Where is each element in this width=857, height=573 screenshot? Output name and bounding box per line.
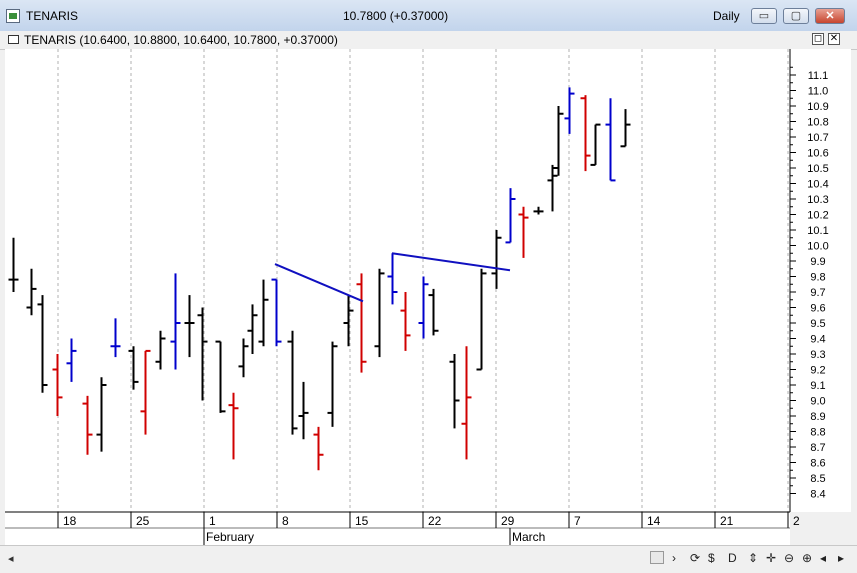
y-tick-label: 9.0 [810,396,825,408]
chart-area[interactable]: 8.4 8.5 8.6 8.7 8.8 8.9 9.0 9.1 9.2 9.3 9.4 9.5 9.6 9… [5,49,851,545]
arrow-right-small-icon[interactable]: › [672,551,676,565]
y-tick-label: 8.5 [810,473,825,485]
x-tick-label: 14 [647,514,661,528]
tool-vertical-scale-icon[interactable]: ⇕ [748,551,758,565]
y-tick-label: 8.8 [810,427,825,439]
period-label[interactable]: Daily [713,9,740,23]
tool-refresh-icon[interactable]: ⟳ [690,551,700,565]
month-label: March [512,530,545,544]
chart-restore-button[interactable]: ◻ [812,33,824,45]
y-tick-label: 9.7 [810,287,825,299]
chart-app-icon [6,9,20,23]
y-tick-label: 11.0 [808,86,829,98]
x-tick-label: 21 [720,514,734,528]
scroll-back-icon[interactable]: ◂ [820,551,826,565]
y-tick-label: 10.9 [807,101,828,113]
x-tick-label: 18 [63,514,77,528]
y-tick-label: 9.4 [810,334,825,346]
tool-zoom-in-icon[interactable]: ⊕ [802,551,812,565]
y-tick-label: 10.1 [807,225,828,237]
window-title: TENARIS [26,9,79,23]
y-tick-label: 8.9 [810,411,825,423]
tool-d-icon[interactable]: D [728,551,737,565]
y-tick-label: 10.2 [807,210,828,222]
x-tick-label: 22 [428,514,442,528]
y-tick-label: 10.0 [807,241,828,253]
ohlc-chart[interactable]: 8.4 8.5 8.6 8.7 8.8 8.9 9.0 9.1 9.2 9.3 9.4 9.5 9.6 9… [5,49,851,545]
title-bar: TENARIS 10.7800 (+0.37000) Daily ▭ ▢ ✕ [0,0,857,32]
scroll-left-arrow-icon[interactable]: ◂ [8,552,14,565]
y-tick-label: 9.2 [810,365,825,377]
x-tick-label: 2 [793,514,800,528]
x-tick-label: 8 [282,514,289,528]
tool-dollar-icon[interactable]: $ [708,551,715,565]
x-tick-label: 7 [574,514,581,528]
y-tick-label: 10.3 [807,194,828,206]
y-tick-label: 9.3 [810,349,825,361]
restore-button[interactable]: ▢ [783,8,809,24]
chart-header-bar: TENARIS (10.6400, 10.8800, 10.6400, 10.7… [0,31,857,50]
bottom-toolbar: ◂ › ⟳ $ D ⇕ ✛ ⊖ ⊕ ◂ ▸ [0,545,857,573]
x-tick-label: 15 [355,514,369,528]
scroll-thumb[interactable] [650,551,664,564]
y-tick-label: 8.7 [810,442,825,454]
chart-background [5,49,851,545]
month-label: February [206,530,254,544]
x-tick-label: 25 [136,514,150,528]
y-tick-label: 10.6 [807,148,828,160]
chart-window-icon [8,35,19,44]
y-tick-label: 11.1 [808,70,829,82]
minimize-button[interactable]: ▭ [751,8,777,24]
y-tick-label: 9.5 [810,318,825,330]
tool-crosshair-icon[interactable]: ✛ [766,551,776,565]
chart-header-title: TENARIS (10.6400, 10.8800, 10.6400, 10.7… [24,33,338,47]
y-tick-label: 9.9 [810,256,825,268]
y-tick-label: 9.6 [810,303,825,315]
chart-close-button[interactable]: ✕ [828,33,840,45]
y-tick-label: 10.4 [807,179,828,191]
tool-zoom-out-icon[interactable]: ⊖ [784,551,794,565]
y-tick-label: 8.4 [810,489,825,501]
y-tick-label: 9.8 [810,272,825,284]
x-tick-label: 1 [209,514,216,528]
scroll-forward-icon[interactable]: ▸ [838,551,844,565]
y-tick-label: 10.5 [807,163,828,175]
quote-readout: 10.7800 (+0.37000) [343,9,449,23]
y-tick-label: 10.8 [807,117,828,129]
y-tick-label: 9.1 [810,380,825,392]
close-button[interactable]: ✕ [815,8,845,24]
x-tick-label: 29 [501,514,515,528]
y-tick-label: 10.7 [807,132,828,144]
y-tick-label: 8.6 [810,458,825,470]
